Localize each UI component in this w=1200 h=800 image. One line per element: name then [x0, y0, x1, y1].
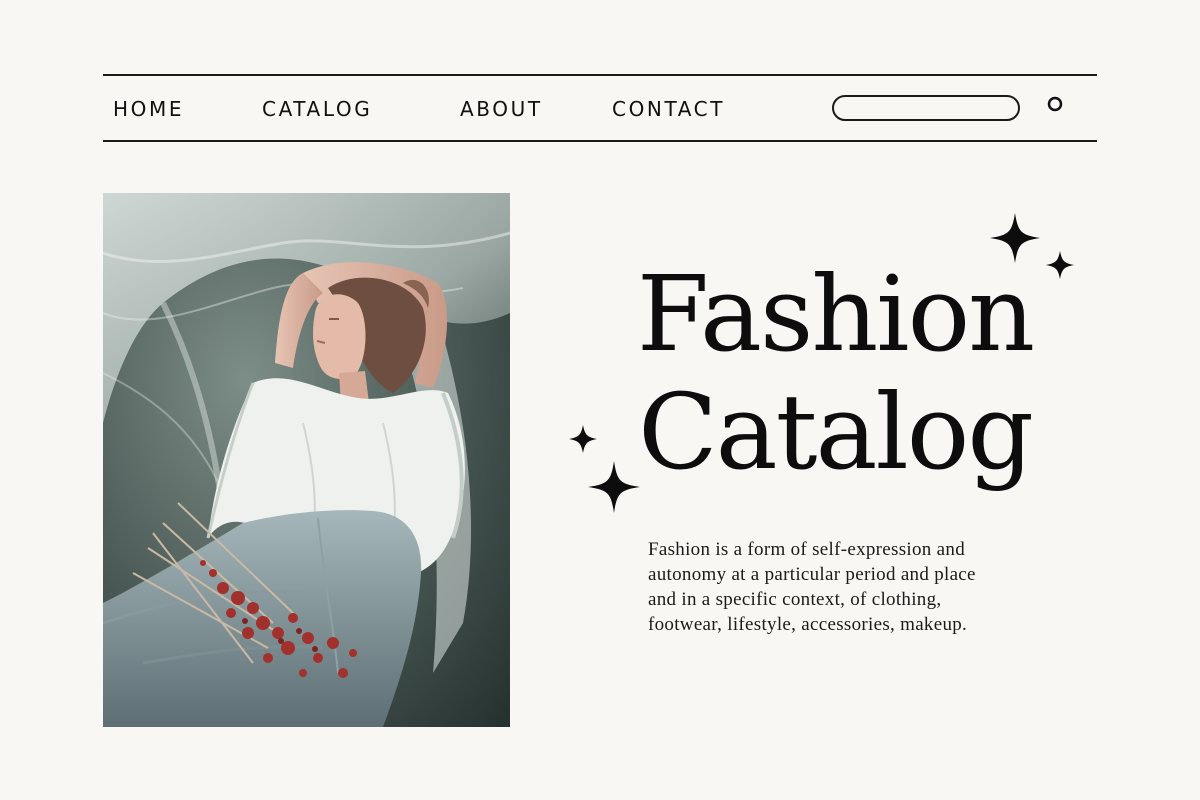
top-navigation: HOME CATALOG ABOUT CONTACT — [103, 74, 1097, 142]
hero-title-line-1: Fashion — [636, 253, 1035, 375]
nav-link-contact[interactable]: CONTACT — [612, 95, 725, 123]
search-icon[interactable] — [1047, 96, 1063, 112]
fashion-model-photo — [103, 193, 510, 727]
hero-description: Fashion is a form of self-expression and… — [648, 539, 976, 635]
hero-title: Fashion Catalog — [600, 255, 1070, 491]
nav-link-catalog[interactable]: CATALOG — [262, 95, 372, 123]
sparkle-icon — [569, 425, 597, 453]
nav-link-home[interactable]: HOME — [113, 95, 184, 123]
nav-link-about[interactable]: ABOUT — [460, 95, 543, 123]
search-input[interactable] — [832, 95, 1020, 121]
hero-title-line-2: Catalog — [638, 371, 1034, 493]
